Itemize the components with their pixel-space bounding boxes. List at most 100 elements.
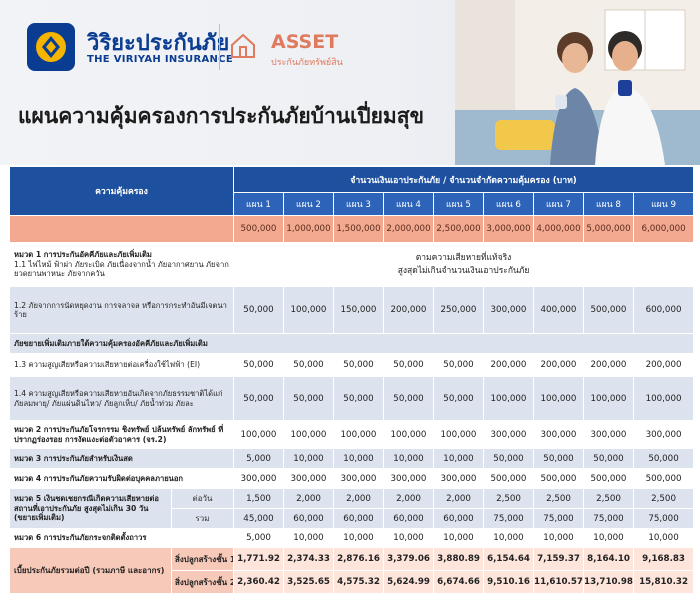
table-cell: 75,000	[483, 508, 534, 529]
premium-cell: 9,168.83	[632, 547, 695, 571]
table-cell: 250,000	[433, 286, 484, 334]
sum-insured-cell: 4,000,000	[533, 215, 584, 243]
table-cell: 10,000	[583, 528, 634, 548]
table-cell: 60,000	[433, 508, 484, 529]
table-cell: 50,000	[233, 353, 284, 377]
page-title: แผนความคุ้มครองการประกันภัยบ้านเปี่ยมสุข	[18, 104, 424, 128]
table-cell: 600,000	[632, 286, 695, 334]
table-cell: 50,000	[233, 376, 284, 421]
table-cell: 2,500	[583, 488, 634, 509]
table-cell: 100,000	[333, 420, 384, 449]
section5-total-label: รวม	[171, 508, 234, 529]
table-cell: 5,000	[233, 448, 284, 469]
sum-label-cell	[9, 215, 234, 243]
table-cell: 50,000	[283, 353, 334, 377]
table-cell: 5,000	[233, 528, 284, 548]
sum-insured-cell: 2,000,000	[383, 215, 434, 243]
table-cell: 100,000	[233, 420, 284, 449]
plan-header-6: แผน 6	[483, 192, 534, 216]
sum-insured-cell: 500,000	[233, 215, 284, 243]
premium-cell: 2,876.16	[333, 547, 384, 571]
premium-cell: 3,525.65	[283, 570, 334, 594]
table-cell: 10,000	[433, 528, 484, 548]
table-cell: 200,000	[483, 353, 534, 377]
table-cell: 200,000	[583, 353, 634, 377]
table-cell: 2,000	[333, 488, 384, 509]
table-cell: 50,000	[583, 448, 634, 469]
plan-header-1: แผน 1	[233, 192, 284, 216]
section1-value-line1: ตามความเสียหายที่แท้จริง	[415, 252, 512, 263]
table-cell: 300,000	[632, 420, 695, 449]
table-cell: 60,000	[383, 508, 434, 529]
divider	[219, 24, 220, 70]
table-cell: 500,000	[632, 468, 695, 489]
table-cell: 50,000	[483, 448, 534, 469]
table-cell: 75,000	[583, 508, 634, 529]
table-cell: 100,000	[583, 376, 634, 421]
plan-header-5: แผน 5	[433, 192, 484, 216]
table-cell: 300,000	[533, 420, 584, 449]
table-cell: 50,000	[283, 376, 334, 421]
premium-cell: 2,360.42	[233, 570, 284, 594]
table-row: หมวด 2 การประกันภัยโจรกรรม ชิงทรัพย์ ปล้…	[9, 420, 695, 449]
table-cell: 50,000	[383, 376, 434, 421]
premium-cell: 8,164.10	[583, 547, 634, 571]
asset-subtitle: ประกันภัยทรัพย์สิน	[271, 58, 343, 68]
table-cell: 2,500	[632, 488, 695, 509]
table-cell: 100,000	[283, 420, 334, 449]
table-cell: 300,000	[483, 286, 534, 334]
premium-row2-label: สิ่งปลูกสร้างชั้น 2	[171, 570, 234, 594]
section5-label: หมวด 5 เงินชดเชยกรณีเกิดความเสียหายต่อสถ…	[9, 488, 172, 529]
table-cell: 2,000	[283, 488, 334, 509]
table-cell: 50,000	[333, 376, 384, 421]
table-cell: 500,000	[533, 468, 584, 489]
section1-label: หมวด 1 การประกันอัคคีภัยและภัยเพิ่มเติม …	[9, 242, 234, 287]
premium-cell: 2,374.33	[283, 547, 334, 571]
page: วิริยะประกันภัย THE VIRIYAH INSURANCE AS…	[0, 0, 700, 603]
row-label: หมวด 3 การประกันภัยสำหรับเงินสด	[9, 448, 234, 469]
table-cell: 2,500	[533, 488, 584, 509]
row-label: 1.3 ความสูญเสียหรือความเสียหายต่อเครื่อง…	[9, 353, 234, 377]
table-cell: 2,000	[433, 488, 484, 509]
table-cell: 300,000	[383, 468, 434, 489]
premium-cell: 6,674.66	[433, 570, 484, 594]
table-cell: 100,000	[632, 376, 695, 421]
premium-cell: 4,575.32	[333, 570, 384, 594]
table-cell: 1,500	[233, 488, 284, 509]
premium-cell: 13,710.98	[583, 570, 634, 594]
premium-cell: 9,510.16	[483, 570, 534, 594]
table-cell: 50,000	[433, 376, 484, 421]
table-cell: 200,000	[533, 353, 584, 377]
plan-header-2: แผน 2	[283, 192, 334, 216]
table-cell: 2,000	[383, 488, 434, 509]
extension-label: ภัยขยายเพิ่มเติมภายใต้ความคุ้มครองอัคคีภ…	[8, 333, 695, 354]
plan-header-8: แผน 8	[583, 192, 634, 216]
coverage-header: ความคุ้มครอง	[9, 166, 234, 216]
row-label: 1.4 ความสูญเสียหรือความเสียหายอันเกิดจาก…	[9, 376, 234, 421]
viriyah-logo-icon	[27, 23, 75, 71]
sum-insured-cell: 1,000,000	[283, 215, 334, 243]
coverage-table: ความคุ้มครอง จำนวนเงินเอาประกันภัย / จำน…	[8, 166, 695, 594]
table-cell: 10,000	[333, 528, 384, 548]
table-cell: 300,000	[583, 420, 634, 449]
couple-photo-image	[455, 0, 700, 165]
section6-label: หมวด 6 การประกันภัยกระจกติดตั้งถาวร	[9, 528, 234, 548]
row-label: หมวด 4 การประกันภัยความรับผิดต่อบุคคลภาย…	[9, 468, 234, 489]
table-cell: 75,000	[632, 508, 695, 529]
table-cell: 300,000	[333, 468, 384, 489]
premium-cell: 15,810.32	[632, 570, 695, 594]
plan-header-3: แผน 3	[333, 192, 384, 216]
table-row: หมวด 3 การประกันภัยสำหรับเงินสด 5,000 10,0…	[9, 448, 695, 469]
table-cell: 150,000	[333, 286, 384, 334]
table-cell: 10,000	[283, 448, 334, 469]
plan-header-9: แผน 9	[632, 192, 695, 216]
table-cell: 100,000	[283, 286, 334, 334]
table-row: หมวด 4 การประกันภัยความรับผิดต่อบุคคลภาย…	[9, 468, 695, 489]
sum-insured-cell: 6,000,000	[632, 215, 695, 243]
table-cell: 50,000	[383, 353, 434, 377]
premium-cell: 3,379.06	[383, 547, 434, 571]
amount-header: จำนวนเงินเอาประกันภัย / จำนวนจำกัดความคุ…	[232, 166, 695, 193]
table-cell: 10,000	[283, 528, 334, 548]
premium-cell: 11,610.57	[533, 570, 584, 594]
table-cell: 10,000	[333, 448, 384, 469]
